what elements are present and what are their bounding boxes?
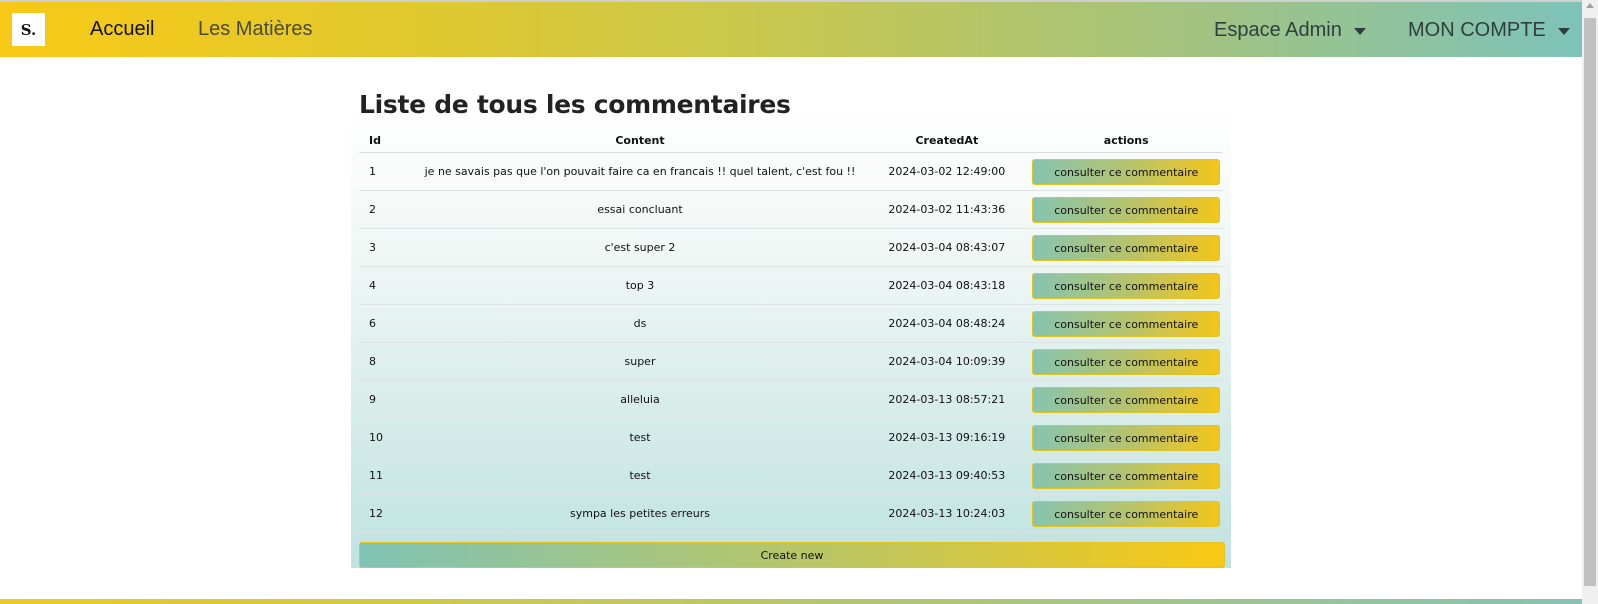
comment-id: 8 xyxy=(359,342,416,381)
caret-down-icon xyxy=(1353,28,1366,35)
comment-actions: consulter ce commentaire xyxy=(1029,152,1223,191)
table-row: 10 test 2024-03-13 09:16:19 consulter ce co… xyxy=(359,418,1223,457)
comment-created-at: 2024-03-13 09:40:53 xyxy=(864,456,1030,495)
comment-content: sympa les petites erreurs xyxy=(415,494,865,533)
consult-comment-button[interactable]: consulter ce commentaire xyxy=(1032,234,1221,261)
comment-content: je ne savais pas que l'on pouvait faire … xyxy=(415,152,865,191)
comment-created-at: 2024-03-02 12:49:00 xyxy=(864,152,1030,191)
comment-actions: consulter ce commentaire xyxy=(1029,228,1223,267)
comment-actions: consulter ce commentaire xyxy=(1029,494,1223,533)
comment-actions: consulter ce commentaire xyxy=(1029,190,1223,229)
comment-actions: consulter ce commentaire xyxy=(1029,380,1223,419)
table-row: 9 alleluia 2024-03-13 08:57:21 consulter ce… xyxy=(359,380,1223,419)
comment-id: 3 xyxy=(359,228,416,267)
consult-comment-button[interactable]: consulter ce commentaire xyxy=(1032,310,1221,337)
comment-content: super xyxy=(415,342,865,381)
table-row: 8 super 2024-03-04 10:09:39 consulter ce co… xyxy=(359,342,1223,381)
mon-compte-dropdown[interactable]: MON COMPTE xyxy=(1408,19,1570,42)
table-row: 1 je ne savais pas que l'on pouvait faire… xyxy=(359,152,1223,191)
caret-down-icon xyxy=(1557,28,1570,35)
consult-comment-button[interactable]: consulter ce commentaire xyxy=(1032,462,1221,489)
consult-comment-button[interactable]: consulter ce commentaire xyxy=(1032,158,1221,185)
column-header-createdat: CreatedAt xyxy=(864,128,1030,153)
column-header-actions: actions xyxy=(1029,128,1223,153)
vertical-scrollbar[interactable] xyxy=(1582,0,1598,604)
comment-id: 1 xyxy=(359,152,416,191)
comment-created-at: 2024-03-13 10:24:03 xyxy=(864,494,1030,533)
comment-actions: consulter ce commentaire xyxy=(1029,418,1223,457)
footer-divider xyxy=(0,599,1582,604)
espace-admin-label: Espace Admin xyxy=(1214,19,1342,41)
column-header-content: Content xyxy=(415,128,865,153)
consult-comment-button[interactable]: consulter ce commentaire xyxy=(1032,424,1221,451)
comment-actions: consulter ce commentaire xyxy=(1029,342,1223,381)
comment-id: 11 xyxy=(359,456,416,495)
comment-id: 12 xyxy=(359,494,416,533)
comment-id: 4 xyxy=(359,266,416,305)
comment-content: top 3 xyxy=(415,266,865,305)
comment-content: alleluia xyxy=(415,380,865,419)
comment-id: 10 xyxy=(359,418,416,457)
comment-created-at: 2024-03-02 11:43:36 xyxy=(864,190,1030,229)
comment-content: c'est super 2 xyxy=(415,228,865,267)
comments-table: Id Content CreatedAt actions 1 je ne sava… xyxy=(359,128,1223,533)
table-row: 2 essai concluant 2024-03-02 11:43:36 consu… xyxy=(359,190,1223,229)
consult-comment-button[interactable]: consulter ce commentaire xyxy=(1032,196,1221,223)
column-header-id: Id xyxy=(359,128,416,153)
create-new-button[interactable]: Create new xyxy=(359,542,1225,568)
scroll-up-arrow-icon[interactable] xyxy=(1586,3,1594,8)
comment-created-at: 2024-03-13 09:16:19 xyxy=(864,418,1030,457)
comment-created-at: 2024-03-04 08:43:07 xyxy=(864,228,1030,267)
consult-comment-button[interactable]: consulter ce commentaire xyxy=(1032,348,1221,375)
comment-actions: consulter ce commentaire xyxy=(1029,266,1223,305)
scrollbar-thumb[interactable] xyxy=(1584,18,1596,586)
consult-comment-button[interactable]: consulter ce commentaire xyxy=(1032,272,1221,299)
page-title: Liste de tous les commentaires xyxy=(359,90,791,119)
comment-id: 9 xyxy=(359,380,416,419)
navbar: S. Accueil Les Matières Espace Admin MON… xyxy=(0,2,1582,57)
comment-created-at: 2024-03-13 08:57:21 xyxy=(864,380,1030,419)
table-row: 6 ds 2024-03-04 08:48:24 consulter ce comme… xyxy=(359,304,1223,343)
espace-admin-dropdown[interactable]: Espace Admin xyxy=(1214,19,1366,42)
comment-id: 6 xyxy=(359,304,416,343)
comment-actions: consulter ce commentaire xyxy=(1029,456,1223,495)
comment-content: test xyxy=(415,456,865,495)
comment-created-at: 2024-03-04 08:43:18 xyxy=(864,266,1030,305)
nav-link-matieres[interactable]: Les Matières xyxy=(198,18,313,41)
comment-content: essai concluant xyxy=(415,190,865,229)
comment-content: test xyxy=(415,418,865,457)
table-body: 1 je ne savais pas que l'on pouvait faire… xyxy=(359,152,1223,533)
mon-compte-label: MON COMPTE xyxy=(1408,19,1546,41)
table-row: 11 test 2024-03-13 09:40:53 consulter ce co… xyxy=(359,456,1223,495)
table-row: 4 top 3 2024-03-04 08:43:18 consulter ce co… xyxy=(359,266,1223,305)
table-row: 3 c'est super 2 2024-03-04 08:43:07 consult… xyxy=(359,228,1223,267)
consult-comment-button[interactable]: consulter ce commentaire xyxy=(1032,386,1221,413)
site-logo[interactable]: S. xyxy=(12,13,45,46)
comment-created-at: 2024-03-04 10:09:39 xyxy=(864,342,1030,381)
consult-comment-button[interactable]: consulter ce commentaire xyxy=(1032,500,1221,527)
table-row: 12 sympa les petites erreurs 2024-03-13 10… xyxy=(359,494,1223,533)
comment-id: 2 xyxy=(359,190,416,229)
comment-actions: consulter ce commentaire xyxy=(1029,304,1223,343)
comment-created-at: 2024-03-04 08:48:24 xyxy=(864,304,1030,343)
nav-link-accueil[interactable]: Accueil xyxy=(90,18,154,41)
comment-content: ds xyxy=(415,304,865,343)
table-header-row: Id Content CreatedAt actions xyxy=(359,128,1223,153)
